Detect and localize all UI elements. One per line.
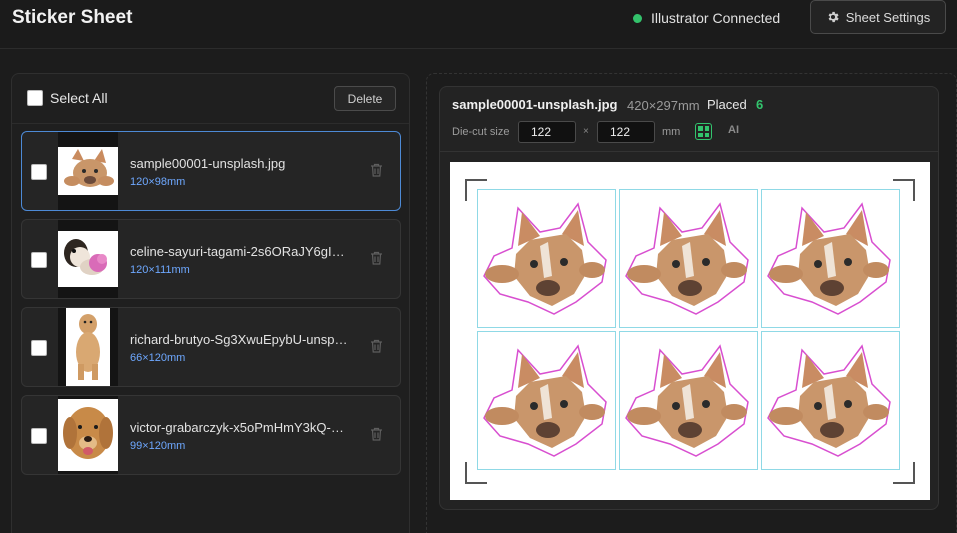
- sheet-settings-button[interactable]: Sheet Settings: [810, 0, 946, 34]
- image-list-panel: Select All Delete sample00001-unsplash.j…: [11, 73, 410, 533]
- sticker-cell: [761, 331, 900, 470]
- select-all-toggle[interactable]: Select All: [27, 90, 108, 106]
- list-item[interactable]: celine-sayuri-tagami-2s6ORaJY6gI-unsplas…: [21, 219, 401, 299]
- dog-with-flower-thumbnail: [58, 231, 118, 287]
- thumbnail: [58, 396, 118, 474]
- sticker-cell: [477, 189, 616, 328]
- sticker-cell: [477, 331, 616, 470]
- list-item[interactable]: victor-grabarczyk-x5oPmHmY3kQ-unsplash.j…: [21, 395, 401, 475]
- trash-icon[interactable]: [370, 251, 383, 265]
- dog-sticker-image: [767, 344, 891, 457]
- thumbnail: [58, 132, 118, 210]
- list-header: Select All Delete: [12, 74, 409, 124]
- item-dimensions: 99×120mm: [130, 440, 186, 452]
- select-all-label: Select All: [50, 90, 108, 106]
- grid-layout-icon[interactable]: [695, 123, 712, 140]
- sheet-settings-label: Sheet Settings: [845, 9, 931, 25]
- dog-photo-thumbnail: [58, 147, 118, 195]
- item-checkbox[interactable]: [31, 428, 47, 444]
- select-all-checkbox[interactable]: [27, 90, 43, 106]
- item-checkbox[interactable]: [31, 252, 47, 268]
- dog-sticker-image: [625, 344, 749, 457]
- dog-sticker-image: [767, 202, 891, 315]
- placed-label: Placed: [707, 97, 747, 112]
- top-bar: Sticker Sheet Illustrator Connected Shee…: [0, 0, 957, 49]
- diecut-width-input[interactable]: [518, 121, 576, 143]
- item-checkbox[interactable]: [31, 340, 47, 356]
- sheet-dimensions: 420×297mm: [627, 98, 700, 113]
- preview-card: sample00001-unsplash.jpg 420×297mm Place…: [439, 86, 939, 510]
- item-dimensions: 120×111mm: [130, 264, 190, 276]
- thumbnail: [58, 220, 118, 298]
- item-filename: celine-sayuri-tagami-2s6ORaJY6gI-unsplas…: [130, 244, 348, 259]
- times-symbol: ×: [583, 126, 589, 137]
- trash-icon[interactable]: [370, 427, 383, 441]
- list-item[interactable]: richard-brutyo-Sg3XwuEpybU-unsplash.jpg …: [21, 307, 401, 387]
- gear-icon: [828, 11, 839, 23]
- dog-sticker-image: [483, 344, 607, 457]
- connection-status: Illustrator Connected: [633, 10, 780, 26]
- item-dimensions: 66×120mm: [130, 352, 186, 364]
- app-title: Sticker Sheet: [12, 7, 133, 28]
- thumbnail: [58, 308, 118, 386]
- trash-icon[interactable]: [370, 339, 383, 353]
- diecut-height-input[interactable]: [597, 121, 655, 143]
- diecut-size-label: Die-cut size: [452, 126, 510, 138]
- trash-icon[interactable]: [370, 163, 383, 177]
- item-filename: richard-brutyo-Sg3XwuEpybU-unsplash.jpg: [130, 332, 348, 347]
- placed-count: 6: [756, 97, 764, 112]
- item-filename: sample00001-unsplash.jpg: [130, 156, 286, 171]
- item-filename: victor-grabarczyk-x5oPmHmY3kQ-unsplash.j…: [130, 420, 348, 435]
- item-dimensions: 120×98mm: [130, 176, 186, 188]
- connection-status-text: Illustrator Connected: [651, 10, 781, 26]
- ai-button[interactable]: AI: [728, 124, 739, 136]
- item-checkbox[interactable]: [31, 164, 47, 180]
- divider: [440, 151, 938, 152]
- delete-button[interactable]: Delete: [334, 86, 396, 111]
- dog-sticker-image: [625, 202, 749, 315]
- preview-filename: sample00001-unsplash.jpg: [452, 97, 618, 112]
- sticker-sheet-canvas: [450, 162, 930, 500]
- sticker-cell: [619, 189, 758, 328]
- sticker-cell: [761, 189, 900, 328]
- golden-retriever-thumbnail: [58, 399, 118, 471]
- sticker-cell: [619, 331, 758, 470]
- status-dot-icon: [633, 13, 642, 23]
- dog-sticker-image: [483, 202, 607, 315]
- golden-puppy-thumbnail: [66, 308, 110, 386]
- list-item[interactable]: sample00001-unsplash.jpg 120×98mm: [21, 131, 401, 211]
- unit-label: mm: [662, 126, 681, 138]
